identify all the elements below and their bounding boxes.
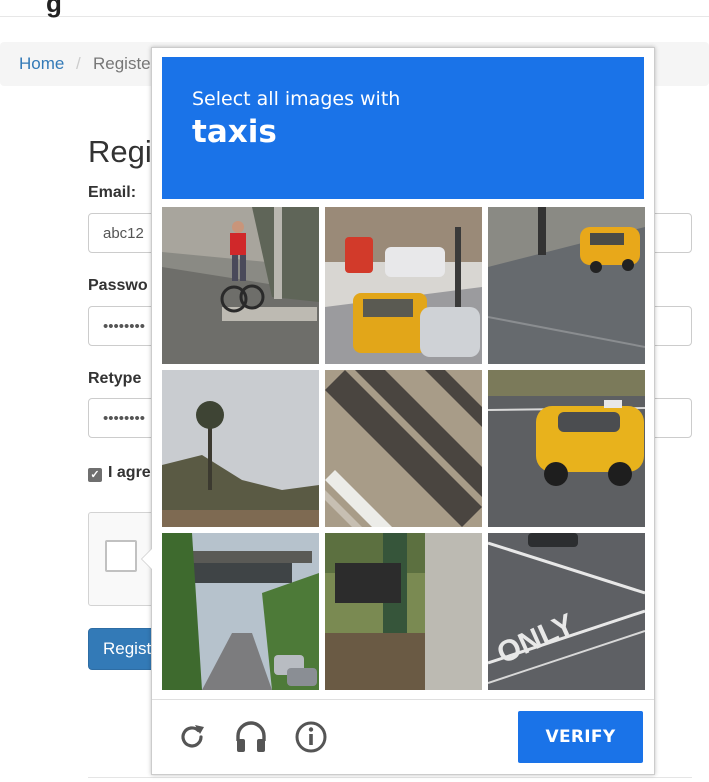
popup-arrow-inner (142, 549, 152, 569)
image-tile-5[interactable] (325, 370, 482, 527)
image-tile-1[interactable] (162, 207, 319, 364)
divider (88, 777, 692, 778)
tile-image-city-taxi (325, 207, 482, 364)
tile-image-traffic-light (325, 533, 482, 690)
recaptcha-checkbox[interactable] (105, 540, 137, 572)
challenge-instruction: Select all images with (192, 88, 401, 110)
agree-label: I agre (108, 464, 151, 481)
challenge-keyword: taxis (192, 114, 277, 150)
agree-checkbox[interactable]: ✓ (88, 468, 102, 482)
agree-terms[interactable]: ✓ I agre (88, 464, 151, 482)
info-icon[interactable] (293, 719, 329, 755)
tile-image-palm-tree (162, 370, 319, 527)
tile-image-taxi-side (488, 370, 645, 527)
breadcrumb-home-link[interactable]: Home (19, 54, 64, 74)
image-tile-2[interactable] (325, 207, 482, 364)
image-tile-9[interactable]: ONLY (488, 533, 645, 690)
reload-icon[interactable] (174, 719, 210, 755)
retype-label: Retype (88, 370, 142, 387)
challenge-header: Select all images with taxis (162, 57, 644, 199)
image-tile-4[interactable] (162, 370, 319, 527)
image-tile-7[interactable] (162, 533, 319, 690)
breadcrumb-separator: / (76, 54, 81, 73)
top-navbar: g (0, 0, 709, 18)
breadcrumb-current: Registe (93, 54, 151, 73)
verify-button[interactable]: VERIFY (518, 711, 643, 763)
tile-image-road-taxi (488, 207, 645, 364)
password-label: Passwo (88, 277, 148, 294)
image-tile-6[interactable] (488, 370, 645, 527)
challenge-footer-divider (152, 699, 654, 700)
page-title: Regi (88, 134, 152, 169)
audio-icon[interactable] (233, 719, 269, 755)
tile-image-only-marking: ONLY (488, 533, 645, 690)
brand-logo-fragment: g (46, 0, 62, 18)
image-tile-8[interactable] (325, 533, 482, 690)
tile-image-overpass (162, 533, 319, 690)
image-tile-3[interactable] (488, 207, 645, 364)
email-label: Email: (88, 184, 137, 201)
tile-image-pavement-shadows (325, 370, 482, 527)
captcha-challenge-popup: Select all images with taxis ONLY VERIFY (141, 47, 655, 775)
tile-image-cyclist (162, 207, 319, 364)
